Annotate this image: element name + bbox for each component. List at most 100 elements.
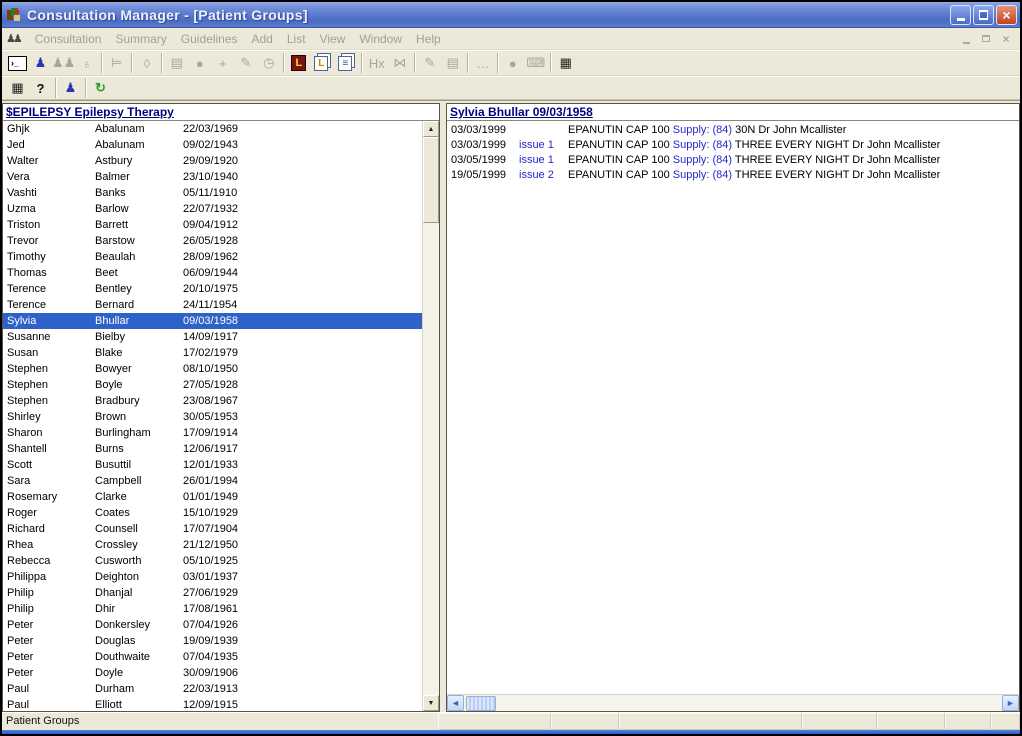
links-icon[interactable]: ⋈ <box>388 53 411 74</box>
filter-grid-icon[interactable]: ▦ <box>6 78 29 99</box>
patient-row[interactable]: RogerCoates15/10/1929 <box>3 505 422 521</box>
restore-button[interactable] <box>973 5 994 25</box>
patient-row[interactable]: RebeccaCusworth05/10/1925 <box>3 553 422 569</box>
patient-row[interactable]: PeterDoyle30/09/1906 <box>3 665 422 681</box>
history-hx-icon[interactable]: Hx <box>365 53 388 74</box>
patient-row[interactable]: VashtiBanks05/11/1910 <box>3 185 422 201</box>
patient-last: Abalunam <box>95 137 183 153</box>
patient-row[interactable]: TerenceBentley20/10/1975 <box>3 281 422 297</box>
menu-list[interactable]: List <box>280 30 313 48</box>
medication-record-row[interactable]: 19/05/1999issue 2EPANUTIN CAP 100 Supply… <box>447 168 1019 183</box>
mdi-close-button[interactable]: × <box>1000 33 1012 45</box>
patient-row[interactable]: SylviaBhullar09/03/1958 <box>3 313 422 329</box>
eraser-icon[interactable]: ◊ <box>135 53 158 74</box>
menu-help[interactable]: Help <box>409 30 448 48</box>
menu-summary[interactable]: Summary <box>108 30 173 48</box>
patient-row[interactable]: RichardCounsell17/07/1904 <box>3 521 422 537</box>
patient-row[interactable]: StephenBowyer08/10/1950 <box>3 361 422 377</box>
patient-dob: 17/09/1914 <box>183 425 422 441</box>
record-horizontal-scrollbar[interactable]: ◄ ► <box>447 694 1019 711</box>
patient-dob: 03/01/1937 <box>183 569 422 585</box>
patient-first: Peter <box>7 649 95 665</box>
patient-row[interactable]: PaulElliott12/09/1915 <box>3 697 422 711</box>
patient-row[interactable]: RheaCrossley21/12/1950 <box>3 537 422 553</box>
patient-list-scrollbar[interactable]: ▲ ▼ <box>422 121 439 711</box>
pen-icon[interactable]: ✎ <box>234 53 257 74</box>
medical-record-icon[interactable]: L <box>291 55 306 71</box>
patient-row[interactable]: SusanBlake17/02/1979 <box>3 345 422 361</box>
patient-row[interactable]: ShirleyBrown30/05/1953 <box>3 409 422 425</box>
patient-row[interactable]: ThomasBeet06/09/1944 <box>3 265 422 281</box>
patient-row[interactable]: WalterAstbury29/09/1920 <box>3 153 422 169</box>
menu-add[interactable]: Add <box>245 30 280 48</box>
record-copy-icon[interactable]: L <box>314 56 328 71</box>
patient-row[interactable]: UzmaBarlow22/07/1932 <box>3 201 422 217</box>
medication-record-row[interactable]: 03/05/1999issue 1EPANUTIN CAP 100 Supply… <box>447 153 1019 168</box>
patient-row[interactable]: RosemaryClarke01/01/1949 <box>3 489 422 505</box>
menu-consultation[interactable]: Consultation <box>28 30 109 48</box>
refresh-icon[interactable]: ↻ <box>89 78 112 99</box>
patient-row[interactable]: TimothyBeaulah28/09/1962 <box>3 249 422 265</box>
menu-guidelines[interactable]: Guidelines <box>174 30 245 48</box>
patient-row[interactable]: PhilipDhir17/08/1961 <box>3 601 422 617</box>
menu-window[interactable]: Window <box>352 30 409 48</box>
patient-row[interactable]: SharonBurlingham17/09/1914 <box>3 425 422 441</box>
pencil-icon[interactable]: ✎ <box>418 53 441 74</box>
mdi-minimize-button[interactable] <box>960 33 972 45</box>
minimize-button[interactable] <box>950 5 971 25</box>
patient-group-icon[interactable]: ♟♟ <box>52 53 75 74</box>
patient-row[interactable]: TristonBarrett09/04/1912 <box>3 217 422 233</box>
scroll-thumb[interactable] <box>423 137 439 223</box>
patient-row[interactable]: SusanneBielby14/09/1917 <box>3 329 422 345</box>
patient-row[interactable]: PeterDouthwaite07/04/1935 <box>3 649 422 665</box>
patient-row[interactable]: GhjkAbalunam22/03/1969 <box>3 121 422 137</box>
scroll-up-button[interactable]: ▲ <box>423 121 439 137</box>
toolbar-separator <box>283 53 284 73</box>
population-icon[interactable]: ♁ <box>75 53 98 74</box>
patient-row[interactable]: VeraBalmer23/10/1940 <box>3 169 422 185</box>
history-clock-icon[interactable]: ◷ <box>257 53 280 74</box>
mdi-restore-icon <box>982 35 990 42</box>
select-patient-icon[interactable]: ♟ <box>59 78 82 99</box>
patient-row[interactable]: StephenBoyle27/05/1928 <box>3 377 422 393</box>
keyboard-icon[interactable]: ⌨ <box>524 53 547 74</box>
patient-row[interactable]: PeterDonkersley07/04/1926 <box>3 617 422 633</box>
patient-row[interactable]: ScottBusuttil12/01/1933 <box>3 457 422 473</box>
journal-icon[interactable]: ▤ <box>165 53 188 74</box>
select-patient-icon[interactable]: ♟ <box>29 53 52 74</box>
patient-dob: 09/02/1943 <box>183 137 422 153</box>
record-circle-icon[interactable]: ● <box>501 53 524 74</box>
appointments-icon[interactable]: ⊨ <box>105 53 128 74</box>
patient-row[interactable]: PeterDouglas19/09/1939 <box>3 633 422 649</box>
health-promotion-icon[interactable]: ● <box>188 53 211 74</box>
patient-first: Timothy <box>7 249 95 265</box>
menu-view[interactable]: View <box>313 30 353 48</box>
notepad-icon[interactable]: ▤ <box>441 53 464 74</box>
filter-grid-icon[interactable]: ▦ <box>554 53 577 74</box>
record-pages-icon[interactable]: ≡ <box>338 56 352 71</box>
scroll-thumb[interactable] <box>466 696 496 711</box>
patient-row[interactable]: StephenBradbury23/08/1967 <box>3 393 422 409</box>
help-icon[interactable]: ? <box>29 78 52 99</box>
patient-dob: 20/10/1975 <box>183 281 422 297</box>
status-pane <box>551 713 619 730</box>
close-button[interactable]: × <box>996 5 1017 25</box>
scroll-down-button[interactable]: ▼ <box>423 695 439 711</box>
medication-record-row[interactable]: 03/03/1999EPANUTIN CAP 100 Supply: (84) … <box>447 123 1019 138</box>
patient-row[interactable]: TrevorBarstow26/05/1928 <box>3 233 422 249</box>
scroll-left-button[interactable]: ◄ <box>447 695 464 711</box>
patient-row[interactable]: ShantellBurns12/06/1917 <box>3 441 422 457</box>
patient-row[interactable]: PhilipDhanjal27/06/1929 <box>3 585 422 601</box>
add-entry-icon[interactable]: + <box>211 53 234 74</box>
scroll-right-button[interactable]: ► <box>1002 695 1019 711</box>
patient-row[interactable]: TerenceBernard24/11/1954 <box>3 297 422 313</box>
mdi-restore-button[interactable] <box>980 33 992 45</box>
consultation-form-icon[interactable]: ›_ <box>8 56 27 71</box>
patient-row[interactable]: PhilippaDeighton03/01/1937 <box>3 569 422 585</box>
patient-row[interactable]: PaulDurham22/03/1913 <box>3 681 422 697</box>
patient-row[interactable]: SaraCampbell26/01/1994 <box>3 473 422 489</box>
more-options-icon[interactable]: … <box>471 53 494 74</box>
medication-record-row[interactable]: 03/03/1999issue 1EPANUTIN CAP 100 Supply… <box>447 138 1019 153</box>
scroll-track[interactable] <box>423 223 439 695</box>
patient-row[interactable]: JedAbalunam09/02/1943 <box>3 137 422 153</box>
